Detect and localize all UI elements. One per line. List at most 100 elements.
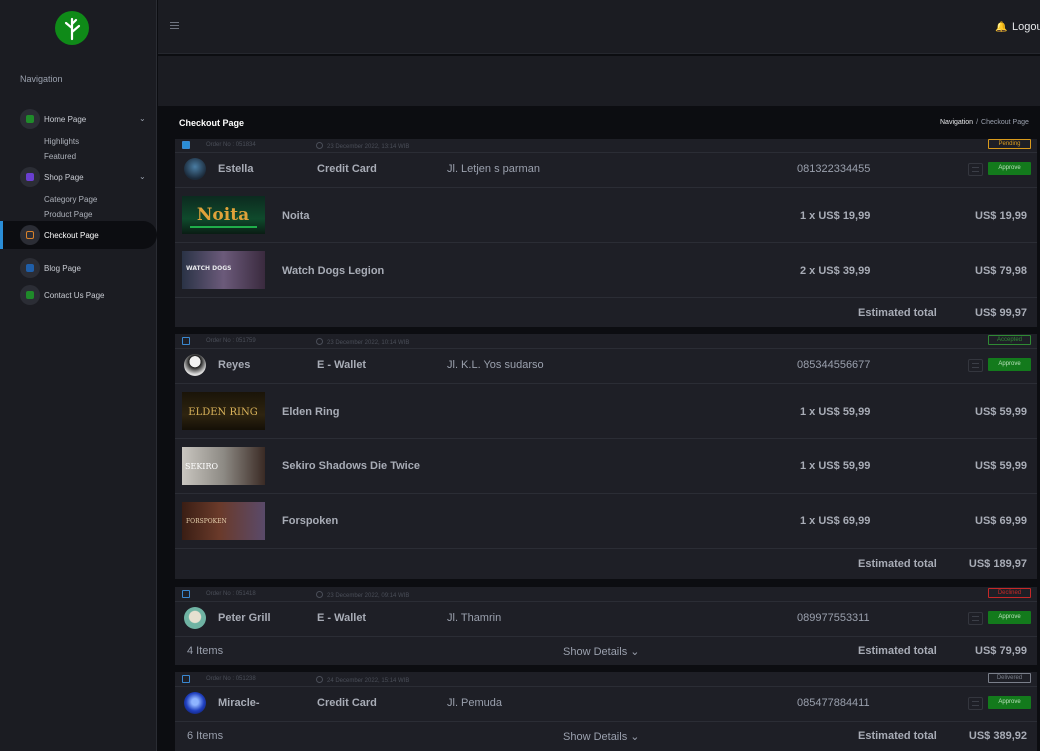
order-number: Order No : 051418 — [206, 591, 256, 597]
payment-method: E - Wallet — [317, 612, 367, 624]
blog-icon — [20, 258, 40, 278]
sidebar-item-label: Shop Page — [44, 172, 84, 182]
clock-icon — [316, 676, 323, 683]
order-date: 23 December 2022, 13:14 WIB — [316, 142, 409, 150]
avatar — [184, 158, 206, 180]
status-badge: Declined — [988, 588, 1031, 598]
product-total: US$ 59,99 — [975, 406, 1027, 418]
product-image-watch-dogs: WATCH DOGS — [182, 251, 265, 289]
shop-icon — [20, 167, 40, 187]
estimated-total-label: Estimated total — [858, 558, 937, 570]
divider — [175, 383, 1037, 384]
chevron-down-icon[interactable]: ⌄ — [139, 114, 146, 123]
sidebar-subitem-highlights[interactable]: Highlights — [44, 137, 79, 146]
status-badge: Accepted — [988, 335, 1031, 345]
svg-text:SEKIRO: SEKIRO — [185, 462, 218, 471]
sidebar-item-label: Checkout Page — [44, 230, 99, 240]
product-name: Watch Dogs Legion — [282, 265, 385, 277]
breadcrumb-navigation[interactable]: Navigation — [940, 119, 973, 126]
order-checkbox[interactable] — [182, 590, 190, 598]
divider — [175, 601, 1037, 602]
contact-icon — [20, 285, 40, 305]
show-details-toggle[interactable]: Show Details ⌄ — [563, 645, 639, 658]
logout-button[interactable]: Logout — [1012, 21, 1040, 33]
bell-icon[interactable]: 🔔 — [995, 22, 1007, 33]
details-icon[interactable] — [968, 163, 983, 176]
customer-phone: 085344556677 — [797, 359, 871, 371]
divider — [175, 297, 1037, 298]
product-name: Elden Ring — [282, 406, 340, 418]
order-card — [175, 139, 1037, 327]
estimated-total-value: US$ 189,97 — [968, 558, 1027, 570]
order-number: Order No : 051759 — [206, 338, 256, 344]
sidebar-item-label: Contact Us Page — [44, 290, 105, 300]
order-checkbox[interactable] — [182, 141, 190, 149]
chevron-down-icon[interactable]: ⌄ — [139, 172, 146, 181]
product-name: Sekiro Shadows Die Twice — [282, 460, 420, 472]
order-number: Order No : 051238 — [206, 676, 256, 682]
order-checkbox[interactable] — [182, 337, 190, 345]
clock-icon — [316, 591, 323, 598]
show-details-toggle[interactable]: Show Details ⌄ — [563, 730, 639, 743]
sidebar-subitem-product[interactable]: Product Page — [44, 210, 92, 219]
payment-method: Credit Card — [317, 697, 377, 709]
details-icon[interactable] — [968, 359, 983, 372]
avatar — [184, 354, 206, 376]
customer-name: Miracle- — [218, 697, 260, 709]
divider — [175, 548, 1037, 549]
nav-heading: Navigation — [20, 74, 63, 84]
product-total: US$ 69,99 — [975, 515, 1027, 527]
approve-button[interactable]: Approve — [988, 358, 1031, 371]
estimated-total-label: Estimated total — [858, 730, 937, 742]
customer-name: Estella — [218, 163, 254, 175]
order-card — [175, 334, 1037, 579]
estimated-total-value: US$ 99,97 — [975, 307, 1027, 319]
approve-button[interactable]: Approve — [988, 611, 1031, 624]
sidebar-item-label: Blog Page — [44, 263, 81, 273]
sidebar-item-home[interactable]: Home Page — [20, 109, 86, 129]
product-total: US$ 59,99 — [975, 460, 1027, 472]
sidebar-item-checkout[interactable]: Checkout Page — [20, 225, 99, 245]
customer-address: Jl. Letjen s parman — [447, 163, 540, 175]
product-name: Noita — [282, 210, 310, 222]
product-quantity: 2 x US$ 39,99 — [800, 265, 871, 277]
sidebar-item-shop[interactable]: Shop Page — [20, 167, 84, 187]
page-title: Checkout Page — [179, 118, 245, 128]
svg-text:WATCH DOGS: WATCH DOGS — [186, 265, 231, 272]
sidebar-item-label: Home Page — [44, 114, 87, 124]
svg-text:Noita: Noita — [197, 205, 249, 225]
order-checkbox[interactable] — [182, 675, 190, 683]
approve-button[interactable]: Approve — [988, 696, 1031, 709]
divider — [175, 686, 1037, 687]
hamburger-menu-icon[interactable] — [170, 22, 179, 31]
estimated-total-label: Estimated total — [858, 307, 937, 319]
product-image-noita: Noita — [182, 196, 265, 234]
estimated-total-label: Estimated total — [858, 645, 937, 657]
sidebar-item-blog[interactable]: Blog Page — [20, 258, 81, 278]
estimated-total-value: US$ 389,92 — [968, 730, 1027, 742]
order-date: 23 December 2022, 10:14 WIB — [316, 338, 409, 346]
details-icon[interactable] — [968, 612, 983, 625]
sidebar-subitem-featured[interactable]: Featured — [44, 152, 76, 161]
tree-logo-icon[interactable] — [55, 11, 89, 45]
clock-icon — [316, 338, 323, 345]
product-quantity: 1 x US$ 19,99 — [800, 210, 871, 222]
sidebar-item-contact[interactable]: Contact Us Page — [20, 285, 104, 305]
order-date: 24 December 2022, 15:14 WIB — [316, 676, 409, 684]
avatar — [184, 607, 206, 629]
product-total: US$ 19,99 — [975, 210, 1027, 222]
status-badge: Pending — [988, 139, 1031, 149]
divider — [175, 636, 1037, 637]
items-count: 6 Items — [187, 730, 224, 742]
svg-text:ELDEN RING: ELDEN RING — [188, 407, 257, 418]
customer-phone: 089977553311 — [797, 612, 870, 624]
divider — [175, 721, 1037, 722]
details-icon[interactable] — [968, 697, 983, 710]
status-badge: Delivered — [988, 673, 1031, 683]
approve-button[interactable]: Approve — [988, 162, 1031, 175]
sidebar-subitem-category[interactable]: Category Page — [44, 195, 97, 204]
product-total: US$ 79,98 — [975, 265, 1027, 277]
chevron-down-icon: ⌄ — [630, 646, 640, 658]
breadcrumb: Navigation / Checkout Page — [940, 119, 1029, 126]
customer-phone: 085477884411 — [797, 697, 870, 709]
